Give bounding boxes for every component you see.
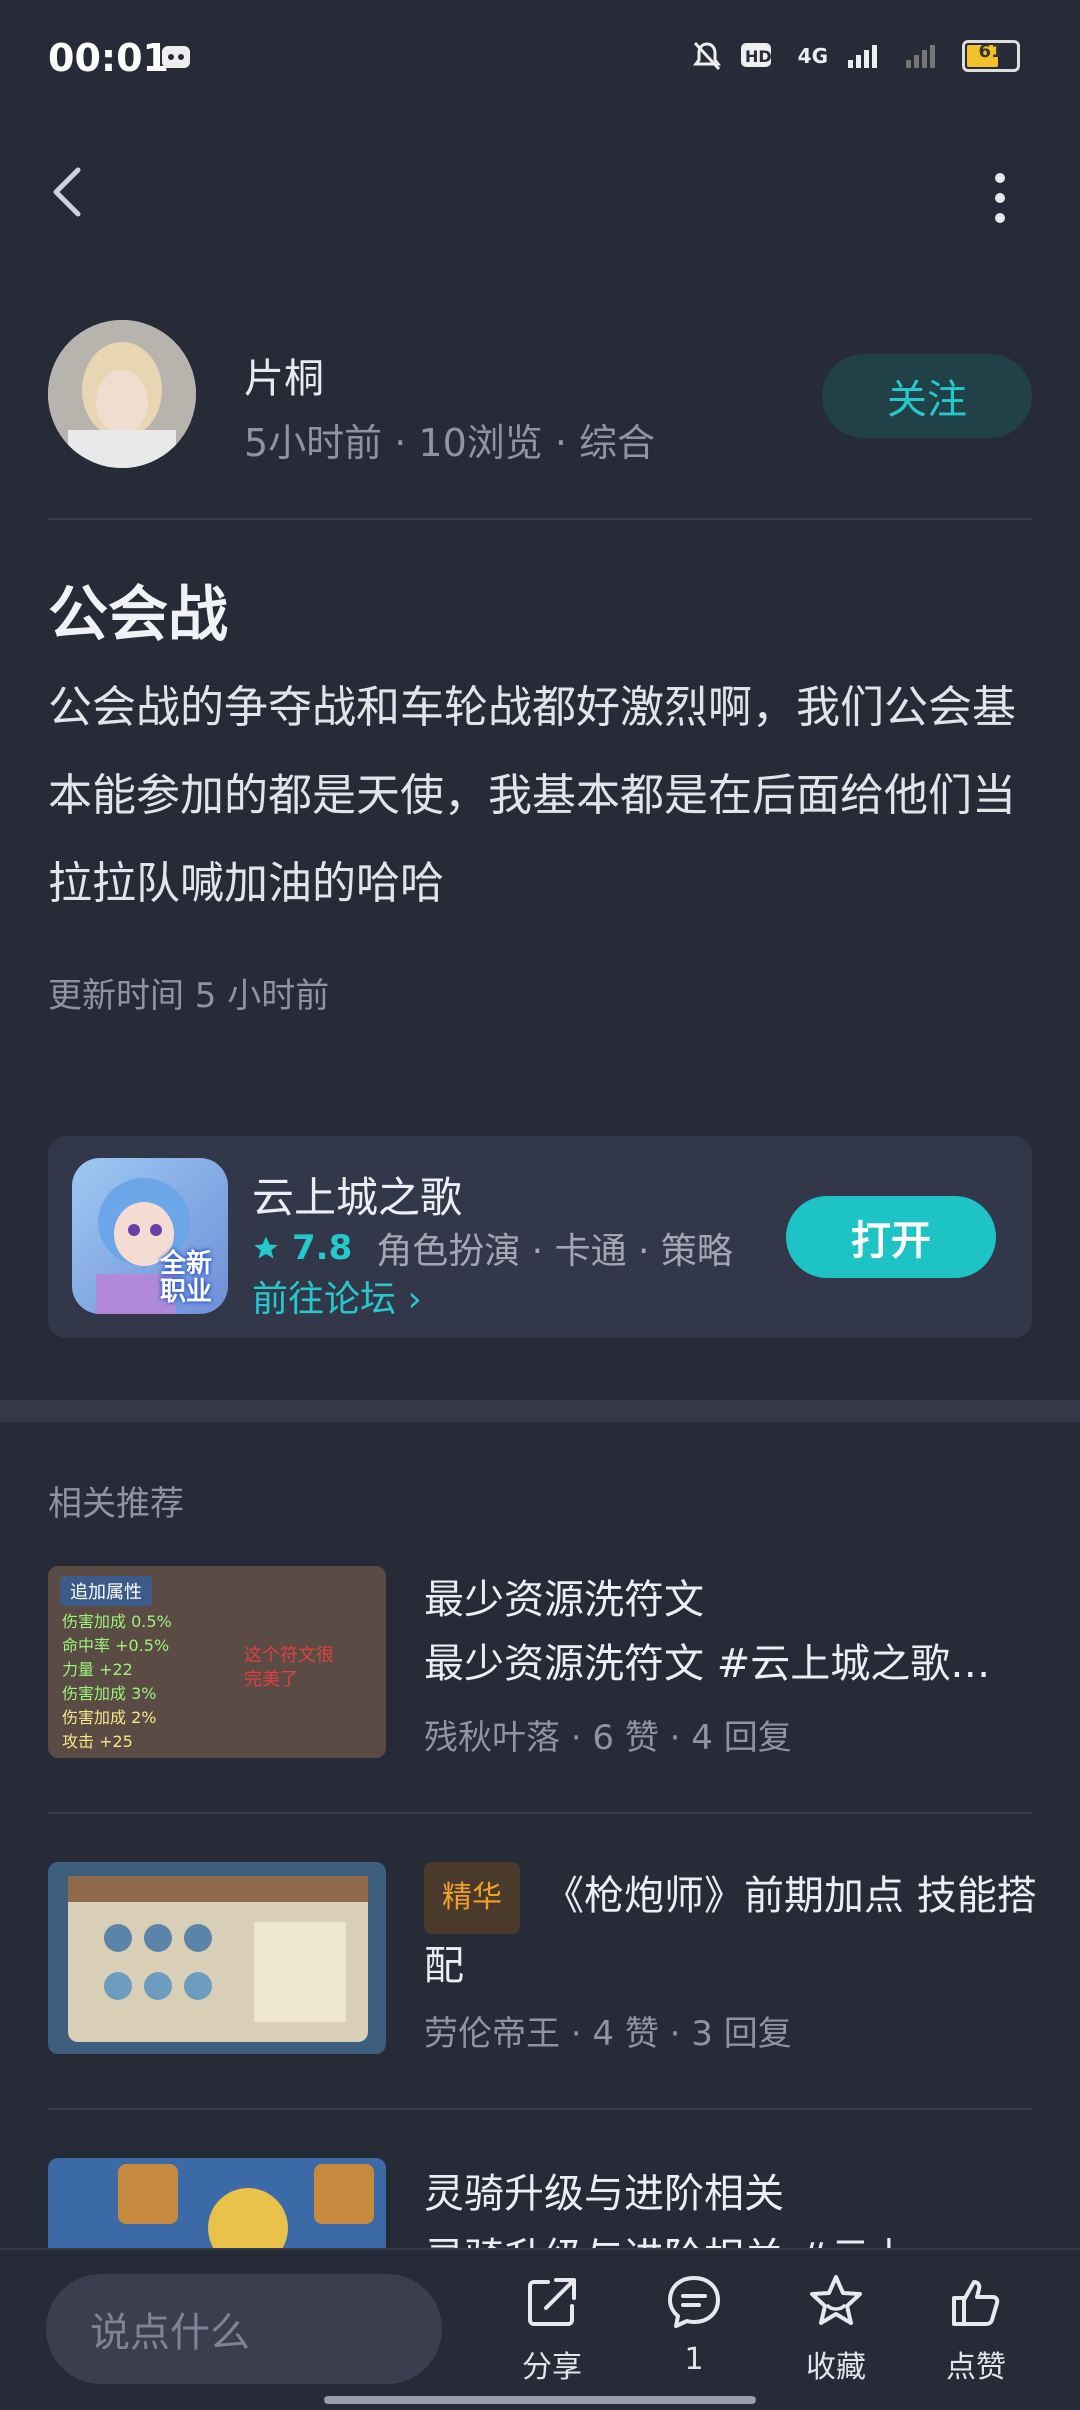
thumb-note: 这个符文很完美了 — [244, 1645, 334, 1690]
divider — [48, 2108, 1032, 2110]
status-bar: 00:01 HD 4G 61 — [0, 0, 1080, 120]
network-type: 4G — [797, 44, 828, 68]
hd-icon: HD — [740, 43, 772, 67]
svg-text:HD: HD — [745, 47, 772, 66]
featured-badge: 精华 — [424, 1862, 520, 1934]
post-title: 公会战 — [48, 580, 228, 650]
thumb-line: 伤害加成 0.5% — [62, 1612, 172, 1631]
comment-button[interactable]: 1 — [634, 2272, 754, 2377]
mute-bell-icon — [692, 41, 721, 71]
favorite-label: 收藏 — [806, 2350, 866, 2385]
divider — [48, 1812, 1032, 1814]
back-button[interactable] — [48, 162, 88, 222]
thumb-line: 命中率 +0.5% — [62, 1636, 170, 1655]
signal-icon — [848, 45, 877, 68]
star-icon — [254, 1236, 278, 1259]
home-indicator[interactable] — [324, 2396, 756, 2404]
follow-button[interactable]: 关注 — [822, 354, 1032, 438]
game-rating: 7.8 — [292, 1228, 353, 1268]
signal-2-icon — [906, 45, 935, 68]
related-item[interactable]: 灵骑升级与进阶相关 灵骑升级与进阶相关 #云上 — [0, 2152, 1080, 2248]
update-time: 更新时间 5 小时前 — [48, 976, 330, 1016]
divider — [48, 518, 1032, 520]
author-name[interactable]: 片桐 — [244, 346, 324, 404]
game-meta: 7.8 角色扮演 · 卡通 · 策略 — [252, 1222, 733, 1274]
favorite-button[interactable]: 收藏 — [776, 2272, 896, 2386]
forum-link[interactable]: 前往论坛 › — [252, 1270, 422, 1322]
status-time: 00:01 — [48, 36, 169, 80]
game-icon[interactable]: 全新职业 — [72, 1158, 228, 1314]
more-options-button[interactable] — [980, 170, 1020, 226]
thumb-line: 伤害加成 3% — [62, 1684, 157, 1703]
related-item-title: 最少资源洗符文 最少资源洗符文 #云上城之歌… — [424, 1568, 1044, 1696]
related-title: 相关推荐 — [48, 1484, 184, 1524]
related-item-title-line: 灵骑升级与进阶相关 — [424, 2171, 784, 2217]
comment-count: 1 — [684, 2342, 704, 2377]
like-button[interactable]: 点赞 — [916, 2272, 1036, 2386]
battery-level: 61 — [978, 41, 1004, 62]
related-item-title: 精华 《枪炮师》前期加点 技能搭配 — [424, 1862, 1044, 1998]
thumb-line: 攻击 +25 — [62, 1732, 133, 1751]
comment-input[interactable]: 说点什么 — [46, 2274, 442, 2384]
more-vertical-icon — [995, 173, 1005, 223]
related-item-thumbnail — [48, 2158, 386, 2248]
star-outline-icon — [810, 2275, 862, 2325]
section-separator — [0, 1400, 1080, 1422]
thumbs-up-icon — [952, 2280, 1000, 2326]
post-meta: 5小时前 · 10浏览 · 综合 — [244, 421, 656, 465]
game-name[interactable]: 云上城之歌 — [252, 1164, 462, 1225]
comment-icon — [668, 2276, 720, 2328]
share-label: 分享 — [522, 2350, 582, 2385]
related-item-meta: 残秋叶落 · 6 赞 · 4 回复 — [424, 1718, 792, 1758]
related-item-meta: 劳伦帝王 · 4 赞 · 3 回复 — [424, 2014, 792, 2054]
thumb-header: 追加属性 — [60, 1576, 152, 1606]
notification-app-icon — [160, 40, 192, 76]
thumb-line: 伤害加成 2% — [62, 1708, 157, 1727]
share-icon — [528, 2278, 576, 2326]
battery-icon: 61 — [962, 40, 1020, 72]
related-item-title-line: 最少资源洗符文 — [424, 1577, 704, 1623]
back-arrow-icon — [53, 167, 81, 217]
like-label: 点赞 — [946, 2350, 1006, 2385]
post-body: 公会战的争夺战和车轮战都好激烈啊，我们公会基本能参加的都是天使，我基本都是在后面… — [48, 682, 1016, 909]
related-item-title: 灵骑升级与进阶相关 灵骑升级与进阶相关 #云上 — [424, 2162, 1044, 2248]
share-button[interactable]: 分享 — [492, 2272, 612, 2386]
open-game-button[interactable]: 打开 — [786, 1196, 996, 1278]
related-item-title-line: 最少资源洗符文 #云上城之歌… — [424, 1641, 991, 1687]
thumb-line: 力量 +22 — [62, 1660, 133, 1679]
game-icon-text: 全新职业 — [159, 1249, 212, 1307]
related-item-thumbnail — [48, 1862, 386, 2054]
author-avatar[interactable] — [48, 320, 196, 468]
related-item-title-line: 灵骑升级与进阶相关 #云上 — [424, 2226, 1044, 2248]
thumb-lines: 伤害加成 0.5% 命中率 +0.5% 力量 +22 伤害加成 3% 伤害加成 … — [62, 1610, 172, 1754]
status-icons: HD 4G 61 — [692, 40, 1020, 72]
related-item-thumbnail: 追加属性 伤害加成 0.5% 命中率 +0.5% 力量 +22 伤害加成 3% … — [48, 1566, 386, 1758]
game-tags: 角色扮演 · 卡通 · 策略 — [376, 1231, 733, 1272]
